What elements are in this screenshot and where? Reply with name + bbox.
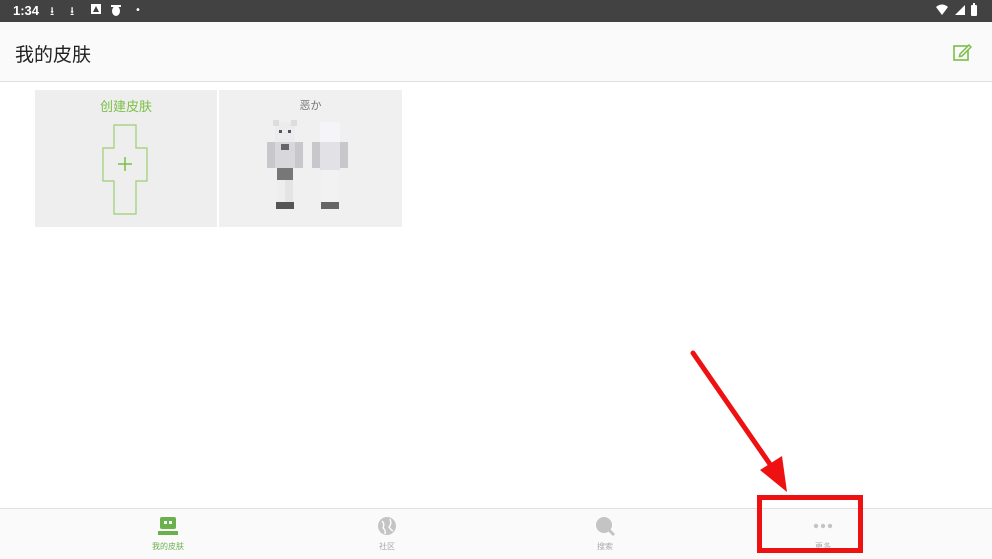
annotation-arrow — [690, 350, 787, 492]
annotation-highlight-box — [757, 495, 863, 553]
